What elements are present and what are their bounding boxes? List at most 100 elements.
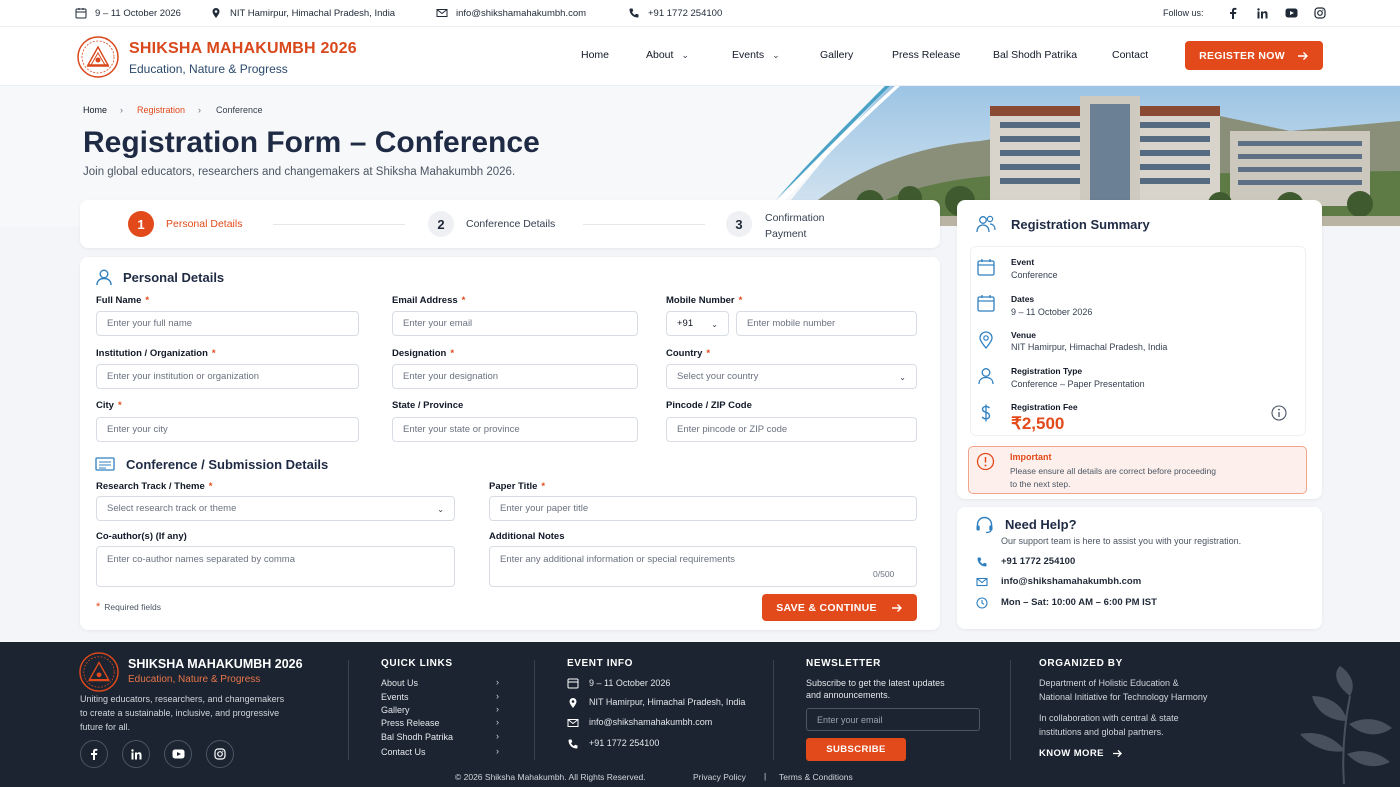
- step-3-sublabel[interactable]: Payment: [765, 228, 806, 240]
- step-2-label[interactable]: Conference Details: [466, 218, 555, 230]
- chevron-right-icon: ›: [120, 105, 123, 115]
- step-3-circle[interactable]: 3: [726, 211, 752, 237]
- state-input[interactable]: Enter your state or province: [392, 417, 638, 442]
- footer-link-bal-shodh[interactable]: Bal Shodh Patrika: [381, 732, 453, 742]
- users-icon: [975, 214, 997, 234]
- contact-phone[interactable]: +91 1772 254100: [628, 7, 722, 19]
- designation-input[interactable]: Enter your designation: [392, 364, 638, 389]
- footer-link-press[interactable]: Press Release: [381, 718, 440, 728]
- additional-notes-input[interactable]: Enter any additional information or spec…: [489, 546, 917, 587]
- footer-link-about[interactable]: About Us: [381, 678, 418, 688]
- page-subtitle: Join global educators, researchers and c…: [83, 166, 516, 178]
- help-email[interactable]: info@shikshamahakumbh.com: [1001, 576, 1141, 587]
- save-continue-button[interactable]: SAVE & CONTINUE: [762, 594, 917, 621]
- subscribe-button[interactable]: SUBSCRIBE: [806, 738, 906, 761]
- terms-link[interactable]: Terms & Conditions: [779, 772, 853, 782]
- email-input[interactable]: Enter your email: [392, 311, 638, 336]
- newsletter-email-input[interactable]: Enter your email: [806, 708, 980, 731]
- youtube-icon[interactable]: [1284, 6, 1298, 20]
- mobile-input[interactable]: Enter mobile number: [736, 311, 917, 336]
- event-location: NIT Hamirpur, Himachal Pradesh, India: [210, 7, 395, 19]
- footer-link-events[interactable]: Events: [381, 692, 409, 702]
- event-dates: 9 – 11 October 2026: [75, 7, 181, 19]
- step-divider: [583, 224, 705, 225]
- summary-venue-value: NIT Hamirpur, Himachal Pradesh, India: [1011, 342, 1168, 352]
- chevron-right-icon: ›: [198, 105, 201, 115]
- privacy-policy-link[interactable]: Privacy Policy: [693, 772, 746, 782]
- city-input[interactable]: Enter your city: [96, 417, 359, 442]
- instagram-icon[interactable]: [1313, 6, 1327, 20]
- conference-details-heading: Conference / Submission Details: [126, 457, 329, 472]
- step-1-circle[interactable]: 1: [128, 211, 154, 237]
- summary-heading: Registration Summary: [1011, 217, 1150, 232]
- summary-fee-value: ₹2,500: [1011, 414, 1065, 433]
- instagram-icon[interactable]: [206, 740, 234, 768]
- research-track-select[interactable]: Select research track or theme ⌄: [96, 496, 455, 521]
- phone-icon: [567, 738, 579, 750]
- chevron-right-icon: ›: [496, 717, 499, 727]
- nav-press-release[interactable]: Press Release: [892, 49, 960, 61]
- nav-contact[interactable]: Contact: [1112, 49, 1148, 61]
- top-info-bar: 9 – 11 October 2026 NIT Hamirpur, Himach…: [0, 0, 1400, 27]
- mail-icon: [567, 717, 579, 729]
- breadcrumb-registration[interactable]: Registration: [137, 105, 185, 115]
- city-label: City *: [96, 400, 122, 411]
- institution-input[interactable]: Enter your institution or organization: [96, 364, 359, 389]
- calendar-icon: [567, 677, 579, 689]
- paper-title-label: Paper Title *: [489, 481, 546, 492]
- country-select[interactable]: Select your country ⌄: [666, 364, 917, 389]
- step-1-label[interactable]: Personal Details: [166, 218, 242, 230]
- footer-about-line: Uniting educators, researchers, and chan…: [80, 694, 285, 704]
- brand-logo[interactable]: [76, 36, 120, 78]
- calendar-icon: [976, 257, 996, 277]
- full-name-input[interactable]: Enter your full name: [96, 311, 359, 336]
- info-icon[interactable]: [1271, 405, 1287, 421]
- footer-event-email[interactable]: info@shikshamahakumbh.com: [589, 717, 712, 727]
- paper-title-input[interactable]: Enter your paper title: [489, 496, 917, 521]
- map-pin-icon: [976, 330, 996, 350]
- help-phone[interactable]: +91 1772 254100: [1001, 556, 1075, 567]
- nav-about[interactable]: About ⌄: [646, 49, 689, 61]
- register-now-button[interactable]: REGISTER NOW: [1185, 41, 1323, 70]
- nav-home[interactable]: Home: [581, 49, 609, 61]
- nav-gallery[interactable]: Gallery: [820, 49, 853, 61]
- phone-icon: [628, 7, 640, 19]
- linkedin-icon[interactable]: [122, 740, 150, 768]
- footer-event-phone[interactable]: +91 1772 254100: [589, 738, 659, 748]
- brand-subtitle: Education, Nature & Progress: [129, 62, 288, 76]
- summary-event-value: Conference: [1011, 270, 1058, 280]
- important-text: Please ensure all details are correct be…: [1010, 466, 1217, 476]
- summary-venue-title: Venue: [1011, 330, 1037, 340]
- footer-link-contact[interactable]: Contact Us: [381, 747, 426, 757]
- step-3-label[interactable]: Confirmation: [765, 212, 825, 224]
- facebook-icon[interactable]: [1226, 6, 1240, 20]
- facebook-icon[interactable]: [80, 740, 108, 768]
- nav-bal-shodh-patrika[interactable]: Bal Shodh Patrika: [993, 49, 1077, 61]
- country-code-select[interactable]: +91 ⌄: [666, 311, 729, 336]
- footer-divider: [773, 660, 774, 760]
- newsletter-text: Subscribe to get the latest updates: [806, 678, 945, 688]
- quick-links-heading: QUICK LINKS: [381, 658, 453, 669]
- footer-link-gallery[interactable]: Gallery: [381, 705, 410, 715]
- full-name-label: Full Name *: [96, 295, 150, 306]
- footer-logo[interactable]: [78, 652, 120, 692]
- step-2-circle[interactable]: 2: [428, 211, 454, 237]
- user-icon: [976, 366, 996, 386]
- email-label: Email Address *: [392, 295, 466, 306]
- linkedin-icon[interactable]: [1255, 6, 1269, 20]
- know-more-link[interactable]: KNOW MORE: [1039, 748, 1123, 759]
- footer-divider: [1010, 660, 1011, 760]
- footer-brand-title: SHIKSHA MAHAKUMBH 2026: [128, 657, 303, 671]
- contact-email[interactable]: info@shikshamahakumbh.com: [436, 7, 586, 19]
- chevron-right-icon: ›: [496, 746, 499, 756]
- mobile-label: Mobile Number *: [666, 295, 743, 306]
- arrow-right-icon: [891, 603, 903, 613]
- breadcrumb-home[interactable]: Home: [83, 105, 107, 115]
- nav-events[interactable]: Events ⌄: [732, 49, 780, 61]
- youtube-icon[interactable]: [164, 740, 192, 768]
- footer-separator: |: [764, 771, 767, 781]
- pincode-input[interactable]: Enter pincode or ZIP code: [666, 417, 917, 442]
- organizer-line: Department of Holistic Education &: [1039, 678, 1179, 688]
- coauthors-input[interactable]: Enter co-author names separated by comma: [96, 546, 455, 587]
- chevron-down-icon: ⌄: [711, 320, 718, 329]
